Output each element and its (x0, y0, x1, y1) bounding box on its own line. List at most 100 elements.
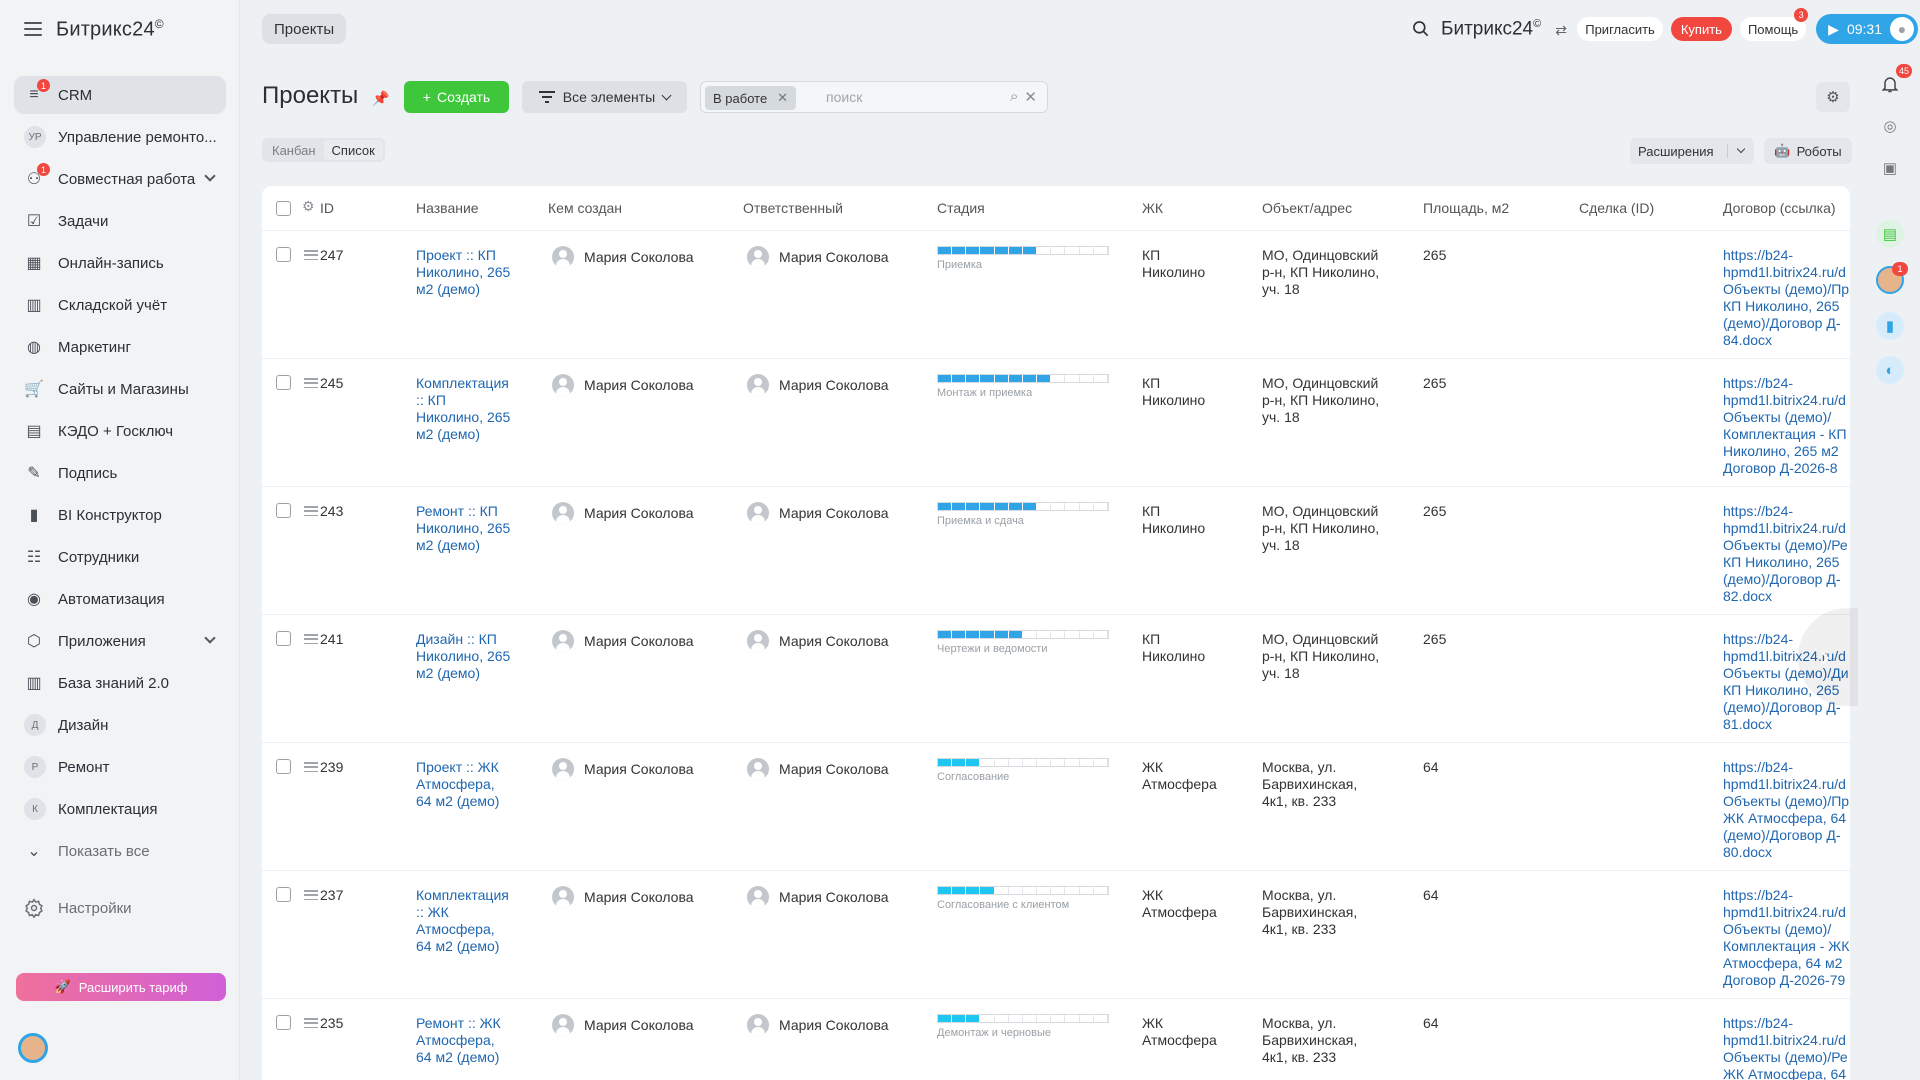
responsible-user[interactable]: Мария Соколова (747, 374, 889, 396)
row-name-link-line[interactable]: Николино, 265 (416, 409, 510, 426)
table-row[interactable]: 241 Дизайн :: КП Николино, 265 м2 (демо) Мар… (262, 615, 1850, 743)
stage-segment[interactable] (952, 247, 967, 254)
sidebar-item-15[interactable]: Д Дизайн (14, 706, 226, 744)
row-contract-link-line[interactable]: hpmd1l.bitrix24.ru/d (1723, 520, 1850, 537)
stage-segment[interactable] (1079, 887, 1094, 894)
row-contract-link-line[interactable]: Объекты (демо)/Ре (1723, 1049, 1850, 1066)
sidebar-item-2[interactable]: ⚇ 1 Совместная работа (14, 160, 226, 198)
filter-chip[interactable]: В работе ✕ (705, 86, 797, 110)
responsible-user[interactable]: Мария Соколова (747, 630, 889, 652)
stage-segment[interactable] (1079, 503, 1094, 510)
stage-segment[interactable] (1079, 247, 1094, 254)
stage-bar[interactable] (937, 886, 1109, 895)
row-contract-link-line[interactable]: Договор Д-2026-8 (1723, 460, 1850, 477)
stage-segment[interactable] (952, 759, 967, 766)
stage-segment[interactable] (966, 375, 981, 382)
row-contract-link-line[interactable]: 84.docx (1723, 332, 1850, 349)
stage-segment[interactable] (938, 631, 953, 638)
row-name-link-line[interactable]: :: ЖК (416, 904, 509, 921)
stage-segment[interactable] (952, 631, 967, 638)
sidebar-item-3[interactable]: ☑ Задачи (14, 202, 226, 240)
tab-kanban[interactable]: Канбан (264, 140, 324, 160)
created-by-user[interactable]: Мария Соколова (552, 1014, 694, 1036)
stage-segment[interactable] (994, 759, 1009, 766)
stage-segment[interactable] (1093, 631, 1108, 638)
responsible-user[interactable]: Мария Соколова (747, 758, 889, 780)
row-name-link[interactable]: Дизайн :: КП Николино, 265 м2 (демо) (416, 631, 510, 682)
stage-bar[interactable] (937, 374, 1109, 383)
stage-segment[interactable] (1079, 1015, 1094, 1022)
user-avatar-icon[interactable]: ● (1890, 17, 1914, 41)
stage-segment[interactable] (1051, 1015, 1066, 1022)
row-name-link[interactable]: Комплектация:: КП Николино, 265 м2 (демо) (416, 375, 510, 443)
row-contract-link[interactable]: https://b24- hpmd1l.bitrix24.ru/d Объекты … (1723, 375, 1850, 477)
responsible-user[interactable]: Мария Соколова (747, 502, 889, 524)
stage-segment[interactable] (980, 503, 995, 510)
stage-segment[interactable] (994, 375, 1009, 382)
row-contract-link-line[interactable]: hpmd1l.bitrix24.ru/d (1723, 392, 1850, 409)
created-by-user[interactable]: Мария Соколова (552, 630, 694, 652)
stage-segment[interactable] (966, 247, 981, 254)
sidebar-item-9[interactable]: ✎ Подпись (14, 454, 226, 492)
row-contract-link-line[interactable]: 82.docx (1723, 588, 1850, 605)
search-icon[interactable]: ⌕ (1010, 88, 1018, 106)
column-header[interactable]: Ответственный (743, 200, 843, 216)
row-menu-icon[interactable] (304, 378, 318, 388)
column-header[interactable]: Кем создан (548, 200, 622, 216)
stage-segment[interactable] (1022, 631, 1038, 638)
row-contract-link-line[interactable]: Договор Д-2026-79 (1723, 972, 1850, 989)
chat-icon[interactable]: ▣ (1876, 154, 1904, 182)
row-contract-link-line[interactable]: https://b24- (1723, 887, 1850, 904)
table-row[interactable]: 235 Ремонт :: ЖК Атмосфера, 64 м2 (демо) Мар… (262, 999, 1850, 1080)
row-contract-link[interactable]: https://b24- hpmd1l.bitrix24.ru/d Объекты … (1723, 247, 1850, 349)
row-contract-link-line[interactable]: https://b24- (1723, 247, 1850, 264)
stage-segment[interactable] (952, 1015, 967, 1022)
created-by-user[interactable]: Мария Соколова (552, 886, 694, 908)
stage-segment[interactable] (1079, 759, 1094, 766)
user-avatar[interactable] (18, 1033, 48, 1063)
row-name-link-line[interactable]: 64 м2 (демо) (416, 793, 499, 810)
column-header[interactable]: ID (320, 200, 334, 216)
row-name-link-line[interactable]: Дизайн :: КП (416, 631, 510, 648)
sidebar-item-8[interactable]: ▤ КЭДО + Госключ (14, 412, 226, 450)
stage-progress[interactable]: Приемка (937, 246, 1109, 271)
stage-bar[interactable] (937, 502, 1109, 511)
buy-button[interactable]: Купить (1670, 17, 1732, 41)
extensions-button[interactable]: Расширения (1630, 138, 1754, 164)
chevron-down-icon[interactable] (204, 170, 216, 182)
row-name-link-line[interactable]: Николино, 265 (416, 648, 510, 665)
brand-logo[interactable]: Битрикс24© (56, 17, 164, 42)
stage-segment[interactable] (1051, 375, 1066, 382)
row-contract-link-line[interactable]: Атмосфера, 64 м2 (1723, 955, 1850, 972)
row-name-link-line[interactable]: 64 м2 (демо) (416, 938, 509, 955)
stage-progress[interactable]: Монтаж и приемка (937, 374, 1109, 399)
stage-segment[interactable] (966, 631, 981, 638)
stage-segment[interactable] (966, 1015, 981, 1022)
stage-segment[interactable] (952, 503, 967, 510)
stage-segment[interactable] (938, 247, 953, 254)
stage-segment[interactable] (1051, 887, 1066, 894)
stage-segment[interactable] (1008, 503, 1023, 510)
sidebar-item-10[interactable]: ▮ BI Конструктор (14, 496, 226, 534)
sync-icon[interactable]: ⇄ (1555, 22, 1569, 38)
row-name-link-line[interactable]: Проект :: ЖК (416, 759, 499, 776)
stage-segment[interactable] (1037, 247, 1052, 254)
stage-segment[interactable] (1065, 1015, 1080, 1022)
worktime-timer-button[interactable]: ▶ 09:31 ● (1816, 14, 1918, 44)
row-menu-icon[interactable] (304, 1018, 318, 1028)
sidebar-item-16[interactable]: Р Ремонт (14, 748, 226, 786)
stage-segment[interactable] (1093, 887, 1108, 894)
notifications-bell-icon[interactable]: 45 (1876, 64, 1912, 98)
stage-bar[interactable] (937, 630, 1109, 639)
created-by-user[interactable]: Мария Соколова (552, 374, 694, 396)
row-menu-icon[interactable] (304, 634, 318, 644)
row-name-link-line[interactable]: Проект :: КП (416, 247, 510, 264)
stage-segment[interactable] (1037, 375, 1052, 382)
stage-segment[interactable] (966, 887, 981, 894)
sidebar-item-4[interactable]: ▦ Онлайн-запись (14, 244, 226, 282)
column-header[interactable]: Объект/адрес (1262, 200, 1352, 216)
stage-segment[interactable] (966, 759, 981, 766)
stage-progress[interactable]: Согласование (937, 758, 1109, 783)
row-contract-link-line[interactable]: Объекты (демо)/Пр (1723, 281, 1850, 298)
stage-segment[interactable] (1065, 887, 1080, 894)
